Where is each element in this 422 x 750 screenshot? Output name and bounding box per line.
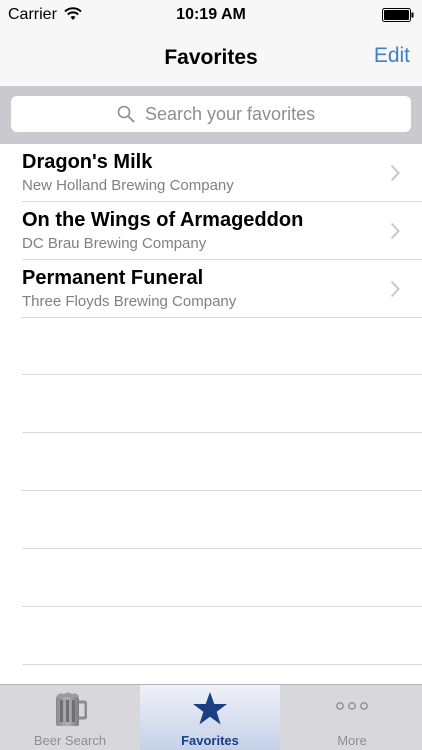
favorites-list: Dragon's Milk New Holland Brewing Compan… [0,144,422,318]
empty-row-separator [22,491,422,549]
search-placeholder: Search your favorites [145,104,316,124]
brewery-name: Three Floyds Brewing Company [22,293,237,310]
empty-row-separator [22,433,422,491]
tab-favorites[interactable]: Favorites [140,685,280,750]
brewery-name: New Holland Brewing Company [22,177,234,194]
search-bar: Search your favorites [0,86,422,144]
tab-label: More [337,733,367,748]
tab-bar: Beer Search Favorites More [0,684,422,750]
beer-name: On the Wings of Armageddon [22,209,304,231]
status-time: 10:19 AM [176,6,246,23]
beer-name: Permanent Funeral [22,267,204,289]
empty-list-area [22,317,422,665]
chevron-right-icon [390,164,400,182]
edit-button[interactable]: Edit [374,44,410,68]
more-dots-icon [336,702,368,710]
empty-row-separator [22,375,422,433]
list-item[interactable]: On the Wings of Armageddon DC Brau Brewi… [22,202,422,260]
search-input[interactable]: Search your favorites [11,96,411,132]
tab-beer-search[interactable]: Beer Search [0,685,140,750]
empty-row-separator [22,607,422,665]
tab-more[interactable]: More [282,685,422,750]
empty-row-separator [22,549,422,607]
chevron-right-icon [390,280,400,298]
star-icon [193,692,227,725]
list-item[interactable]: Dragon's Milk New Holland Brewing Compan… [22,144,422,202]
navigation-bar: Favorites Edit [0,30,422,86]
status-bar: Carrier 10:19 AM [0,0,422,30]
chevron-right-icon [390,222,400,240]
beer-name: Dragon's Milk [22,151,153,173]
search-icon [117,105,135,123]
tab-label: Favorites [181,733,239,748]
brewery-name: DC Brau Brewing Company [22,235,207,252]
battery-icon [382,8,414,22]
beer-mug-icon [56,692,87,726]
page-title: Favorites [164,46,258,69]
tab-label: Beer Search [33,733,107,748]
empty-row-separator [22,317,422,375]
list-item[interactable]: Permanent Funeral Three Floyds Brewing C… [22,260,422,318]
